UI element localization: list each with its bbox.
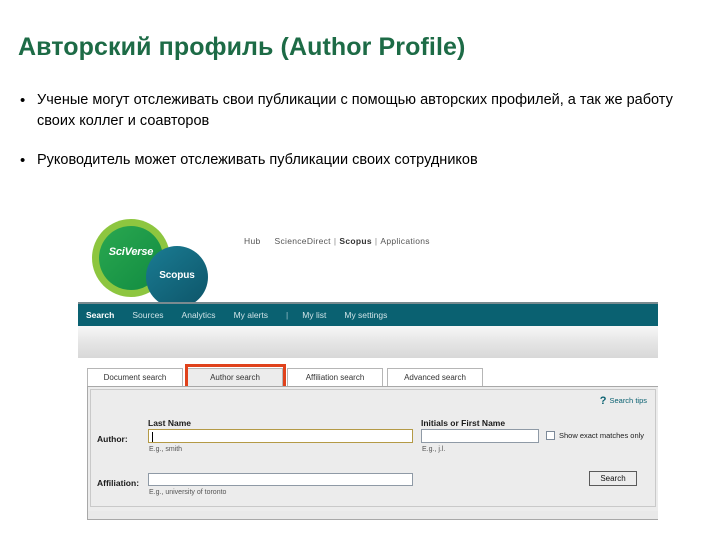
page-title: Авторский профиль (Author Profile) <box>18 33 466 61</box>
slide: Авторский профиль (Author Profile) • Уче… <box>0 0 720 540</box>
top-links-separator: | <box>333 236 337 246</box>
main-navbar: Search Sources Analytics My alerts | My list M… <box>78 302 658 326</box>
scopus-logo-label: Scopus <box>159 270 195 281</box>
nav-separator: | <box>286 310 289 320</box>
last-name-hint: E.g., smith <box>149 446 183 453</box>
search-button[interactable]: Search <box>589 471 637 486</box>
panel-footer <box>87 511 658 520</box>
sciverse-logo-label: SciVerse <box>108 246 154 258</box>
author-search-panel-inner: ? Search tips Last Name Initials or First… <box>90 389 656 507</box>
nav-item-search[interactable]: Search <box>86 310 114 320</box>
tab-affiliation-search[interactable]: Affiliation search <box>287 368 383 386</box>
tab-document-search[interactable]: Document search <box>87 368 183 386</box>
top-link-applications[interactable]: Applications <box>380 236 429 246</box>
tab-advanced-search[interactable]: Advanced search <box>387 368 483 386</box>
search-tips-link[interactable]: ? Search tips <box>600 395 647 407</box>
nav-item-sources[interactable]: Sources <box>132 310 163 320</box>
author-search-panel: ? Search tips Last Name Initials or First… <box>87 386 658 516</box>
top-link-sciencedirect[interactable]: ScienceDirect <box>275 236 331 246</box>
initials-label: Initials or First Name <box>421 418 506 428</box>
nav-item-analytics[interactable]: Analytics <box>182 310 216 320</box>
affiliation-row-label: Affiliation: <box>97 478 140 488</box>
exact-matches-label: Show exact matches only <box>559 431 645 440</box>
bullet-marker-icon: • <box>20 152 26 169</box>
nav-item-my-list[interactable]: My list <box>302 310 326 320</box>
list-item-text: Руководитель может отслеживать публикаци… <box>37 152 478 168</box>
text-caret <box>152 432 153 442</box>
initials-hint: E.g., j.l. <box>422 446 446 453</box>
affiliation-input[interactable] <box>148 473 413 486</box>
nav-item-my-settings[interactable]: My settings <box>344 310 387 320</box>
bullet-list: • Ученые могут отслеживать свои публикац… <box>20 90 692 189</box>
last-name-label: Last Name <box>148 418 191 428</box>
last-name-input[interactable] <box>148 429 413 443</box>
embedded-scopus-screenshot: SciVerse Scopus Hub ScienceDirect | Scopus |… <box>78 212 658 520</box>
exact-matches-checkbox[interactable] <box>546 431 555 440</box>
search-tips-label: Search tips <box>609 396 647 405</box>
author-row-label: Author: <box>97 434 128 444</box>
affiliation-hint: E.g., university of toronto <box>149 489 227 496</box>
bullet-marker-icon: • <box>20 92 26 109</box>
top-links: Hub ScienceDirect | Scopus | Applications <box>244 236 430 246</box>
top-link-hub[interactable]: Hub <box>244 236 261 246</box>
initials-input[interactable] <box>421 429 539 443</box>
brand-header: SciVerse Scopus Hub ScienceDirect | Scopus |… <box>78 212 658 316</box>
list-item-text: Ученые могут отслеживать свои публикации… <box>37 92 673 129</box>
toolbar-strip <box>78 326 658 358</box>
exact-matches-checkbox-row[interactable]: Show exact matches only <box>546 431 644 440</box>
top-links-separator: | <box>374 236 378 246</box>
list-item: • Ученые могут отслеживать свои публикац… <box>20 90 692 132</box>
nav-item-my-alerts[interactable]: My alerts <box>234 310 268 320</box>
list-item: • Руководитель может отслеживать публика… <box>20 150 692 171</box>
question-mark-icon: ? <box>599 395 607 407</box>
top-link-scopus[interactable]: Scopus <box>339 236 372 246</box>
main-nav-items: Search Sources Analytics My alerts | My list M… <box>86 310 405 320</box>
